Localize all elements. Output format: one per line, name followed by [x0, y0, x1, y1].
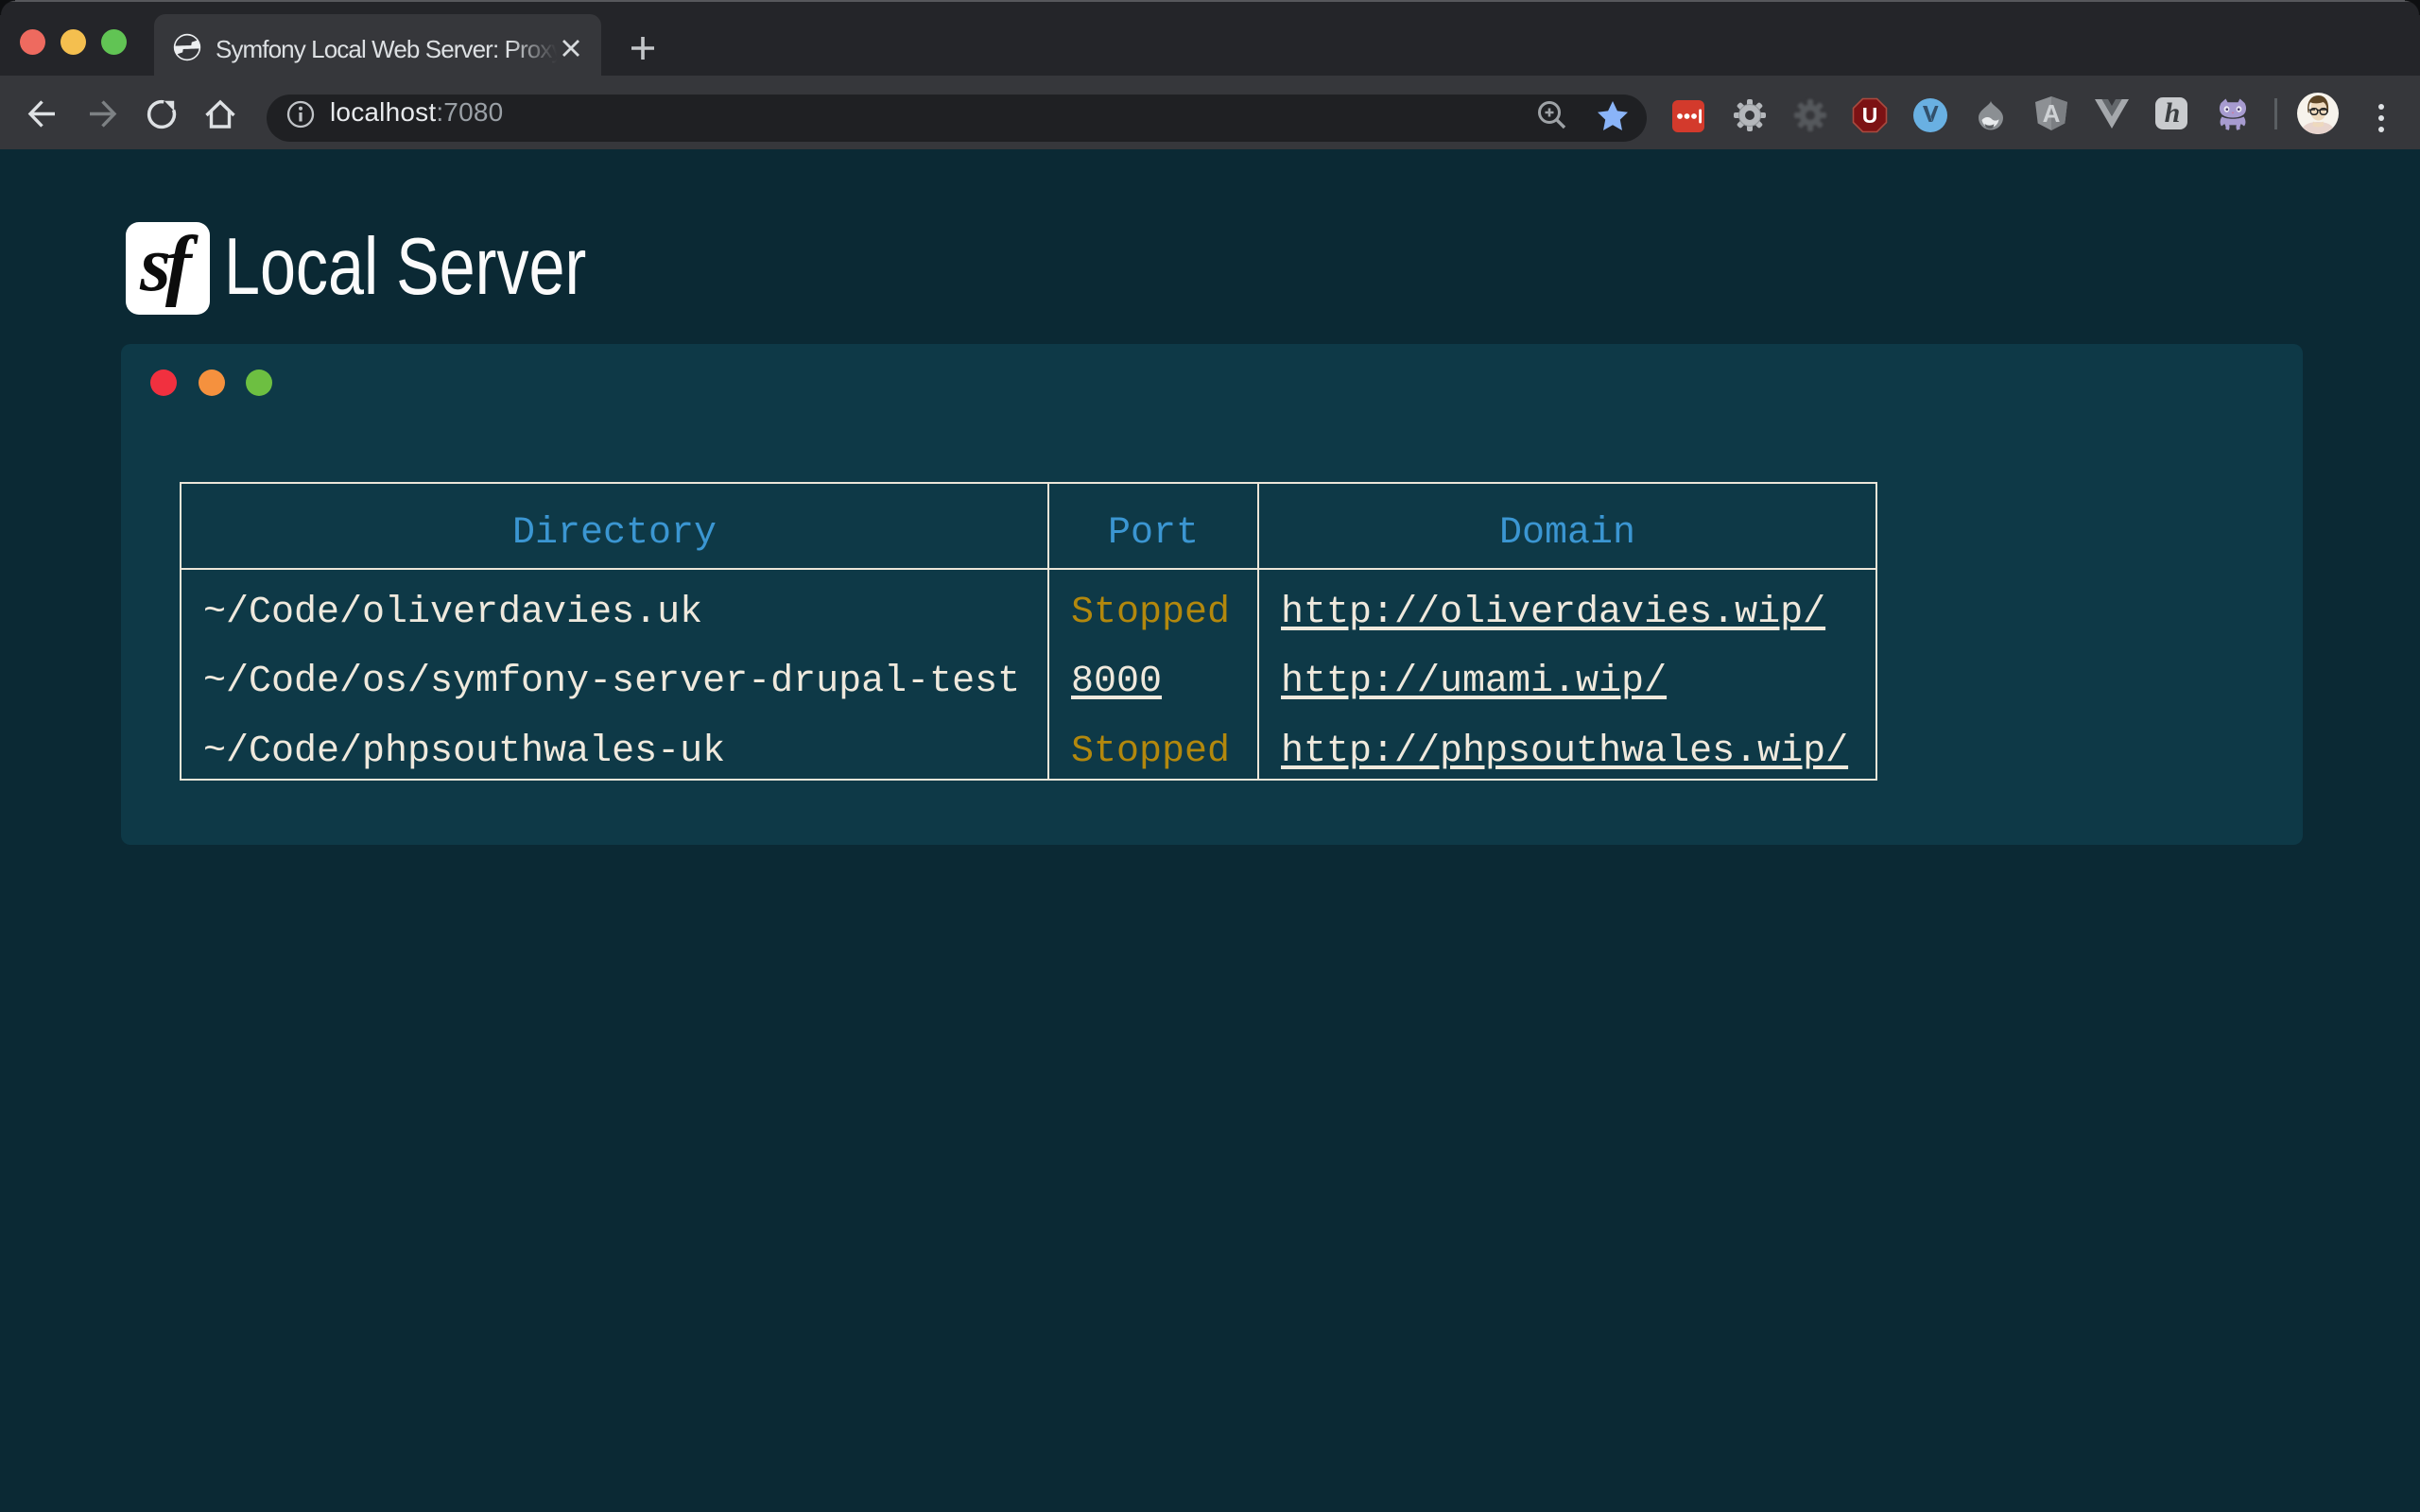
svg-text:U: U	[1862, 103, 1878, 128]
svg-text:h: h	[2165, 97, 2181, 129]
svg-text:A: A	[2043, 99, 2061, 128]
